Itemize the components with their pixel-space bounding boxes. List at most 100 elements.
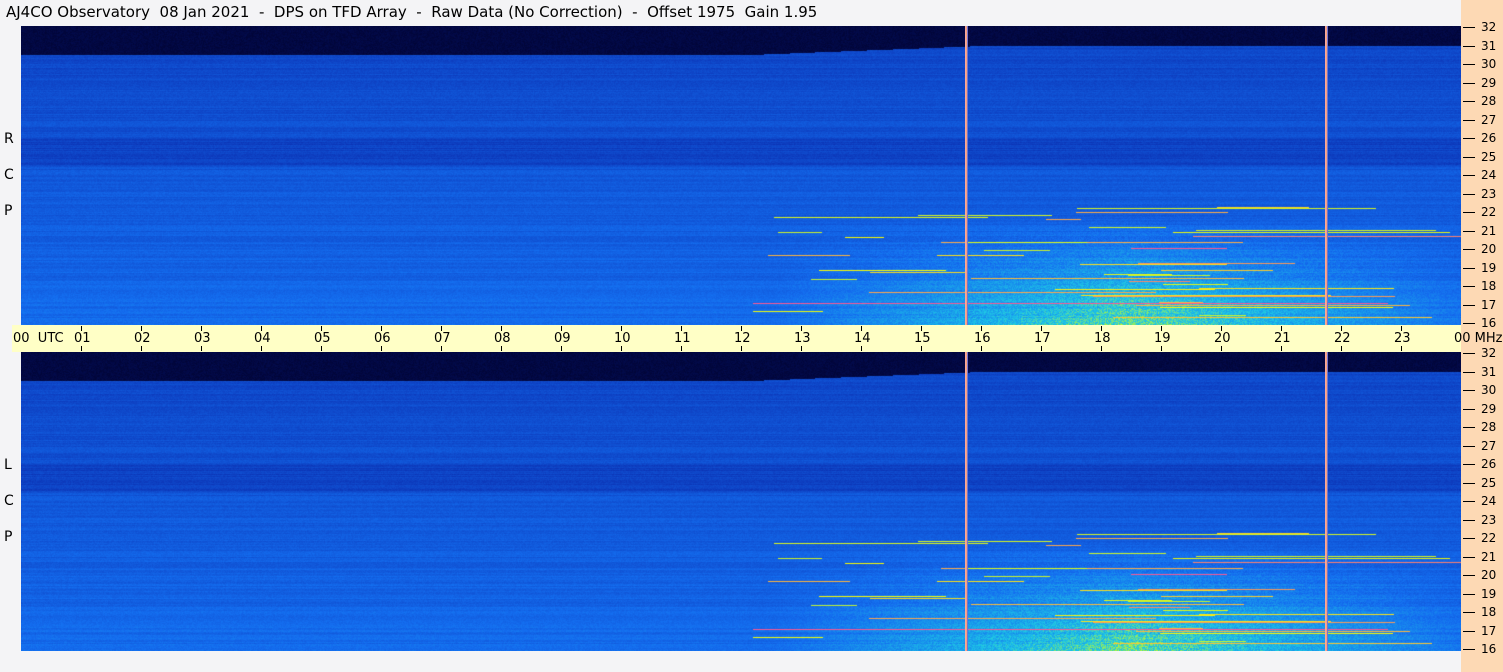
time-tick (1161, 346, 1162, 351)
frequency-tick-label: 17 (1481, 623, 1497, 638)
frequency-tick-label: 32 (1481, 346, 1497, 360)
time-tick-label: 22 (1334, 331, 1351, 346)
panel-label-letter: L (4, 457, 12, 473)
time-marker-line (965, 352, 968, 651)
lcp-heatmap-canvas (21, 352, 1461, 651)
time-tick (141, 346, 142, 351)
time-tick (201, 346, 202, 351)
time-tick-label: 16 (974, 331, 991, 346)
time-tick-label: 14 (854, 331, 871, 346)
frequency-tick-label: 29 (1481, 75, 1497, 90)
frequency-tick-label: 28 (1481, 94, 1497, 108)
time-tick (1221, 346, 1222, 351)
time-tick-label: 21 (1274, 331, 1291, 346)
frequency-tick-label: 22 (1481, 205, 1497, 219)
panel-label-letter: P (4, 529, 13, 545)
frequency-tick-label: 16 (1481, 642, 1497, 656)
time-tick (681, 346, 682, 351)
time-tick-label: 07 (434, 331, 451, 346)
frequency-tick-label: 18 (1481, 605, 1497, 619)
frequency-tick (1463, 482, 1475, 484)
frequency-tick-label: 27 (1481, 112, 1497, 127)
frequency-tick (1463, 519, 1475, 521)
frequency-tick (1463, 286, 1475, 287)
frequency-tick (1463, 445, 1475, 447)
frequency-tick-label: 30 (1481, 57, 1497, 71)
panel-label-letter: C (4, 167, 14, 183)
frequency-tick-label: 19 (1481, 586, 1497, 601)
frequency-tick (1463, 193, 1475, 195)
frequency-tick-label: 26 (1481, 457, 1497, 471)
time-tick-label: 08 (494, 331, 511, 346)
frequency-tick-label: 17 (1481, 297, 1497, 312)
frequency-tick (1463, 175, 1475, 176)
frequency-tick (1463, 371, 1475, 373)
frequency-tick (1463, 630, 1475, 632)
panel-label-letter: R (4, 131, 14, 147)
time-tick-label: 11 (674, 331, 691, 346)
frequency-tick-label: 24 (1481, 168, 1497, 182)
time-tick-label: 12 (734, 331, 751, 346)
time-tick (441, 346, 442, 351)
frequency-tick (1463, 464, 1475, 465)
frequency-tick-label: 28 (1481, 420, 1497, 434)
time-tick (561, 346, 562, 351)
frequency-tick-label: 25 (1481, 475, 1497, 490)
frequency-tick-label: 20 (1481, 568, 1497, 582)
frequency-tick-label: 32 (1481, 20, 1497, 34)
time-tick (981, 346, 982, 351)
lcp-spectrogram (21, 352, 1461, 651)
frequency-tick (1463, 64, 1475, 65)
frequency-tick-label: 26 (1481, 131, 1497, 145)
frequency-tick (1463, 649, 1475, 650)
frequency-tick (1463, 575, 1475, 576)
chart-title: AJ4CO Observatory 08 Jan 2021 - DPS on T… (6, 3, 818, 21)
time-tick (321, 346, 322, 351)
time-tick (261, 346, 262, 351)
frequency-tick (1463, 612, 1475, 613)
rcp-heatmap-canvas (21, 26, 1461, 325)
time-tick-label: 06 (374, 331, 391, 346)
time-tick-label: 09 (554, 331, 571, 346)
frequency-tick (1463, 212, 1475, 213)
time-marker-line (1325, 352, 1328, 651)
frequency-tick (1463, 267, 1475, 269)
time-tick-label: 03 (194, 331, 211, 346)
time-tick-label: 10 (614, 331, 631, 346)
time-tick (381, 346, 382, 351)
frequency-tick (1463, 593, 1475, 595)
frequency-tick (1463, 230, 1475, 232)
time-tick-label: 02 (134, 331, 151, 346)
panel-label-letter: C (4, 493, 14, 509)
time-tick-label: 18 (1094, 331, 1111, 346)
frequency-tick-label: 30 (1481, 383, 1497, 397)
time-marker-line (1325, 26, 1328, 325)
frequency-tick (1463, 304, 1475, 306)
frequency-tick-label: 29 (1481, 401, 1497, 416)
time-tick-label: 19 (1154, 331, 1171, 346)
frequency-tick (1463, 27, 1475, 28)
time-tick (741, 346, 742, 351)
time-marker-line (965, 26, 968, 325)
time-tick-label: 15 (914, 331, 931, 346)
frequency-tick-label: 21 (1481, 549, 1497, 564)
frequency-tick-label: 27 (1481, 438, 1497, 453)
frequency-tick (1463, 556, 1475, 558)
frequency-tick (1463, 45, 1475, 47)
frequency-tick-label: 19 (1481, 260, 1497, 275)
frequency-tick (1463, 501, 1475, 502)
time-tick (1041, 346, 1042, 351)
frequency-tick (1463, 138, 1475, 139)
frequency-tick (1463, 408, 1475, 410)
time-tick-label: 00 MHz (1454, 331, 1503, 346)
frequency-tick-label: 31 (1481, 364, 1497, 379)
frequency-tick (1463, 538, 1475, 539)
frequency-tick-label: 21 (1481, 223, 1497, 238)
time-tick (81, 346, 82, 351)
frequency-tick (1463, 427, 1475, 428)
time-tick-label: 17 (1034, 331, 1051, 346)
rcp-spectrogram (21, 26, 1461, 325)
time-tick (1341, 346, 1342, 351)
time-tick-label: 00 UTC (13, 331, 64, 346)
frequency-tick (1463, 82, 1475, 84)
